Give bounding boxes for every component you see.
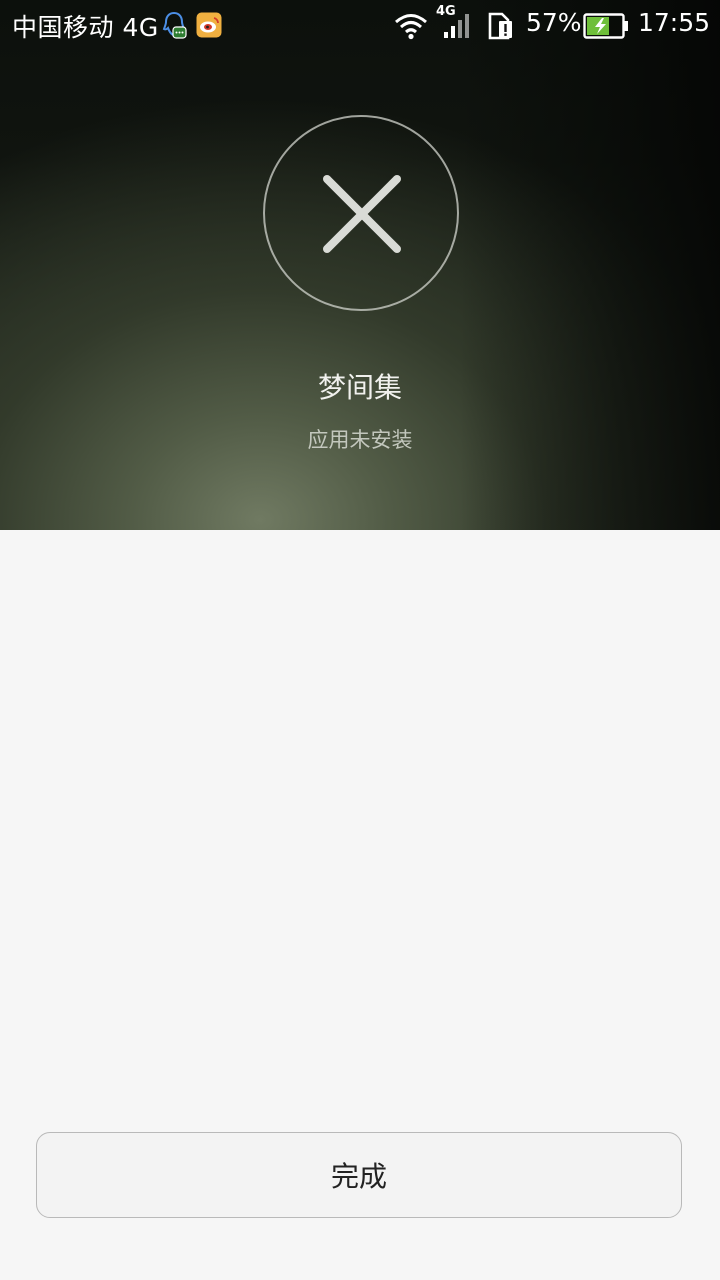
install-status-text: 应用未安装 bbox=[307, 428, 413, 452]
close-icon bbox=[323, 175, 401, 253]
install-result-screen: 中国移动 4G 4G 57% 17:55 梦间集 应用未安装 完成 bbox=[0, 0, 720, 1280]
app-name: 梦间集 bbox=[317, 371, 402, 404]
battery-percent: 57% bbox=[526, 8, 582, 37]
weibo-icon bbox=[196, 12, 222, 42]
done-button[interactable]: 完成 bbox=[36, 1132, 682, 1218]
sim-alert-icon bbox=[488, 12, 514, 44]
carrier-label: 中国移动 4G bbox=[12, 13, 159, 42]
qq-icon bbox=[160, 10, 188, 44]
failure-badge bbox=[263, 115, 459, 311]
network-type-badge: 4G bbox=[436, 4, 456, 19]
battery-charging-icon bbox=[583, 13, 629, 43]
status-bar: 中国移动 4G 4G 57% 17:55 bbox=[0, 0, 720, 50]
wifi-icon bbox=[394, 12, 428, 44]
clock: 17:55 bbox=[638, 8, 711, 37]
